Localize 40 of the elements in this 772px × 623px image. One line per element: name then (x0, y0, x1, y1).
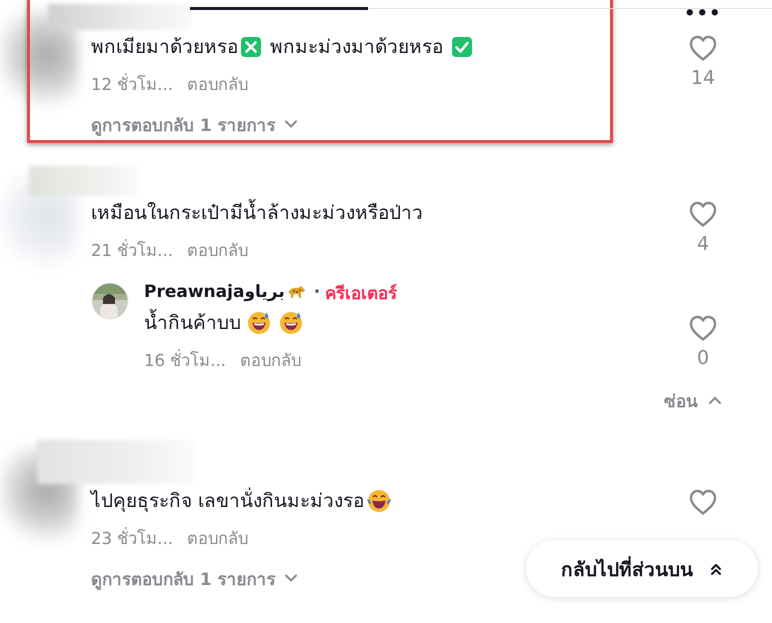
view-replies-button[interactable]: ดูการตอบกลับ 1 รายการ (91, 106, 298, 142)
laughing-tears-emoji-icon (366, 489, 392, 513)
creator-label: ครีเอเตอร์ (325, 282, 398, 306)
reply-button[interactable]: ตอบกลับ (186, 525, 248, 551)
more-options-button[interactable]: ••• (684, 4, 722, 24)
separator-dot: · (314, 282, 320, 302)
heart-icon (688, 200, 718, 228)
heart-icon (688, 314, 718, 342)
comment-time: 12 ชั่วโม... (91, 72, 173, 96)
comment-time: 21 ชั่วโม... (91, 238, 173, 262)
heart-icon (688, 34, 718, 62)
back-to-top-button[interactable]: กลับไปที่ส่วนบน (526, 540, 758, 597)
comment-time: 16 ชั่วโม... (144, 348, 226, 372)
view-replies-button[interactable]: ดูการตอบกลับ 1 รายการ (91, 560, 298, 596)
like-count: 4 (696, 232, 710, 256)
hide-replies-button[interactable]: ซ่อน (664, 386, 722, 414)
like-button[interactable] (688, 200, 718, 228)
sweat-smile-emoji-icon (247, 311, 272, 335)
chevron-up-icon (708, 395, 722, 405)
check-mark-icon (451, 36, 474, 58)
reply-username: Preawnajaبرياو (144, 282, 285, 302)
reply-button[interactable]: ตอบกลับ (186, 237, 248, 263)
sweat-smile-emoji-icon (279, 311, 304, 335)
comment-text: พกเมียมาด้วยหรอ (91, 35, 238, 60)
reply-text: น้ำกินค้าบบ (144, 306, 248, 340)
like-count: 14 (690, 66, 716, 90)
reply-button[interactable]: ตอบกลับ (240, 347, 301, 373)
comment-text: เหมือนในกระเป๋ามีน้ำล้างมะม่วงหรือป่าว (91, 196, 423, 230)
cross-mark-icon (240, 36, 262, 58)
like-button[interactable] (688, 488, 718, 516)
chevron-down-icon (284, 573, 298, 583)
comment-text: ไปคุยธุระกิจ เลขานั่งกินมะม่วงรอ (91, 484, 364, 518)
reply-button[interactable]: ตอบกลับ (186, 71, 248, 97)
chevron-down-icon (284, 119, 298, 129)
comment-time: 23 ชั่วโม... (91, 526, 173, 550)
like-button[interactable] (688, 314, 718, 342)
comment-text: พกมะม่วงมาด้วยหรอ (269, 35, 444, 60)
like-count: 0 (696, 346, 710, 370)
heart-icon (688, 488, 718, 516)
like-button[interactable] (688, 34, 718, 62)
